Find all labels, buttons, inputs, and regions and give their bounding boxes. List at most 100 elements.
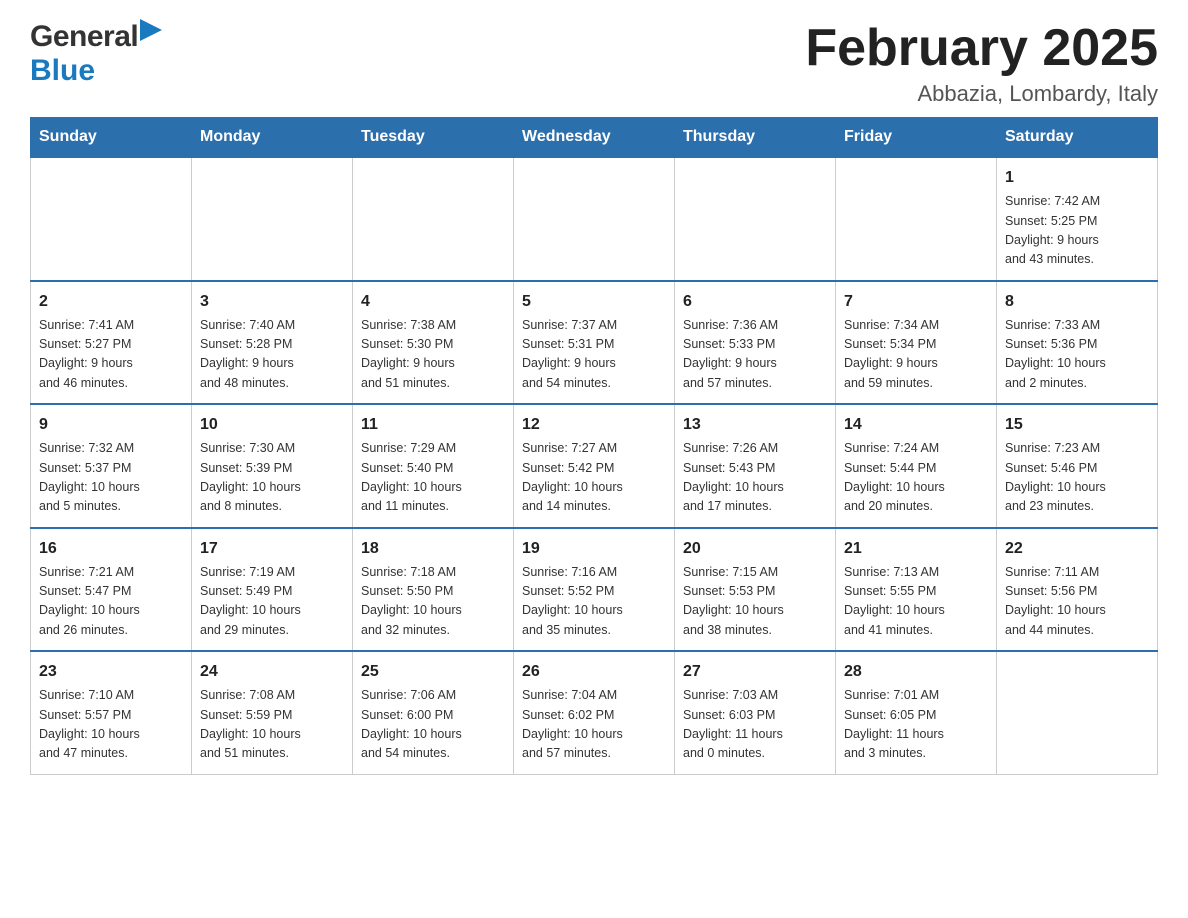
calendar-day-16: 16Sunrise: 7:21 AM Sunset: 5:47 PM Dayli… [31,528,192,652]
day-number: 6 [683,290,827,314]
calendar-day-10: 10Sunrise: 7:30 AM Sunset: 5:39 PM Dayli… [192,404,353,528]
day-number: 3 [200,290,344,314]
logo-general-text: General [30,20,138,54]
day-info: Sunrise: 7:11 AM Sunset: 5:56 PM Dayligh… [1005,563,1149,641]
calendar-day-1: 1Sunrise: 7:42 AM Sunset: 5:25 PM Daylig… [997,157,1158,281]
day-info: Sunrise: 7:23 AM Sunset: 5:46 PM Dayligh… [1005,439,1149,517]
calendar-day-empty [353,157,514,281]
calendar-day-17: 17Sunrise: 7:19 AM Sunset: 5:49 PM Dayli… [192,528,353,652]
title-block: February 2025 Abbazia, Lombardy, Italy [805,20,1158,107]
day-info: Sunrise: 7:08 AM Sunset: 5:59 PM Dayligh… [200,686,344,764]
weekday-header-sunday: Sunday [31,118,192,158]
day-number: 26 [522,660,666,684]
day-number: 25 [361,660,505,684]
calendar-week-row: 16Sunrise: 7:21 AM Sunset: 5:47 PM Dayli… [31,528,1158,652]
day-info: Sunrise: 7:42 AM Sunset: 5:25 PM Dayligh… [1005,192,1149,270]
month-title: February 2025 [805,20,1158,77]
calendar-day-22: 22Sunrise: 7:11 AM Sunset: 5:56 PM Dayli… [997,528,1158,652]
calendar-day-empty [997,651,1158,774]
weekday-header-monday: Monday [192,118,353,158]
day-number: 13 [683,413,827,437]
day-info: Sunrise: 7:34 AM Sunset: 5:34 PM Dayligh… [844,316,988,394]
calendar-day-2: 2Sunrise: 7:41 AM Sunset: 5:27 PM Daylig… [31,281,192,405]
weekday-header-tuesday: Tuesday [353,118,514,158]
day-info: Sunrise: 7:29 AM Sunset: 5:40 PM Dayligh… [361,439,505,517]
calendar-week-row: 23Sunrise: 7:10 AM Sunset: 5:57 PM Dayli… [31,651,1158,774]
day-info: Sunrise: 7:16 AM Sunset: 5:52 PM Dayligh… [522,563,666,641]
calendar-day-24: 24Sunrise: 7:08 AM Sunset: 5:59 PM Dayli… [192,651,353,774]
calendar-week-row: 2Sunrise: 7:41 AM Sunset: 5:27 PM Daylig… [31,281,1158,405]
day-number: 12 [522,413,666,437]
calendar-day-13: 13Sunrise: 7:26 AM Sunset: 5:43 PM Dayli… [675,404,836,528]
day-number: 20 [683,537,827,561]
calendar-day-12: 12Sunrise: 7:27 AM Sunset: 5:42 PM Dayli… [514,404,675,528]
location-title: Abbazia, Lombardy, Italy [805,81,1158,107]
day-number: 7 [844,290,988,314]
day-info: Sunrise: 7:30 AM Sunset: 5:39 PM Dayligh… [200,439,344,517]
day-number: 17 [200,537,344,561]
day-info: Sunrise: 7:27 AM Sunset: 5:42 PM Dayligh… [522,439,666,517]
day-number: 15 [1005,413,1149,437]
day-info: Sunrise: 7:24 AM Sunset: 5:44 PM Dayligh… [844,439,988,517]
weekday-header-saturday: Saturday [997,118,1158,158]
day-number: 27 [683,660,827,684]
logo-blue-text: Blue [30,54,95,87]
weekday-header-thursday: Thursday [675,118,836,158]
day-info: Sunrise: 7:01 AM Sunset: 6:05 PM Dayligh… [844,686,988,764]
weekday-header-wednesday: Wednesday [514,118,675,158]
calendar-table: SundayMondayTuesdayWednesdayThursdayFrid… [30,117,1158,775]
day-number: 8 [1005,290,1149,314]
day-number: 1 [1005,166,1149,190]
day-info: Sunrise: 7:37 AM Sunset: 5:31 PM Dayligh… [522,316,666,394]
page-header: General Blue February 2025 Abbazia, Lomb… [30,20,1158,107]
day-info: Sunrise: 7:26 AM Sunset: 5:43 PM Dayligh… [683,439,827,517]
day-number: 18 [361,537,505,561]
calendar-day-19: 19Sunrise: 7:16 AM Sunset: 5:52 PM Dayli… [514,528,675,652]
calendar-day-empty [836,157,997,281]
calendar-day-25: 25Sunrise: 7:06 AM Sunset: 6:00 PM Dayli… [353,651,514,774]
day-number: 5 [522,290,666,314]
logo-triangle-icon [140,19,162,41]
calendar-day-empty [31,157,192,281]
calendar-day-20: 20Sunrise: 7:15 AM Sunset: 5:53 PM Dayli… [675,528,836,652]
day-info: Sunrise: 7:19 AM Sunset: 5:49 PM Dayligh… [200,563,344,641]
calendar-day-5: 5Sunrise: 7:37 AM Sunset: 5:31 PM Daylig… [514,281,675,405]
day-number: 11 [361,413,505,437]
day-info: Sunrise: 7:10 AM Sunset: 5:57 PM Dayligh… [39,686,183,764]
calendar-day-empty [192,157,353,281]
day-info: Sunrise: 7:33 AM Sunset: 5:36 PM Dayligh… [1005,316,1149,394]
day-number: 23 [39,660,183,684]
calendar-day-6: 6Sunrise: 7:36 AM Sunset: 5:33 PM Daylig… [675,281,836,405]
calendar-day-21: 21Sunrise: 7:13 AM Sunset: 5:55 PM Dayli… [836,528,997,652]
day-number: 22 [1005,537,1149,561]
weekday-header-friday: Friday [836,118,997,158]
calendar-day-4: 4Sunrise: 7:38 AM Sunset: 5:30 PM Daylig… [353,281,514,405]
calendar-week-row: 9Sunrise: 7:32 AM Sunset: 5:37 PM Daylig… [31,404,1158,528]
calendar-day-empty [514,157,675,281]
calendar-day-18: 18Sunrise: 7:18 AM Sunset: 5:50 PM Dayli… [353,528,514,652]
logo: General Blue [30,20,162,88]
calendar-day-26: 26Sunrise: 7:04 AM Sunset: 6:02 PM Dayli… [514,651,675,774]
day-info: Sunrise: 7:38 AM Sunset: 5:30 PM Dayligh… [361,316,505,394]
calendar-day-3: 3Sunrise: 7:40 AM Sunset: 5:28 PM Daylig… [192,281,353,405]
day-number: 24 [200,660,344,684]
day-number: 16 [39,537,183,561]
calendar-week-row: 1Sunrise: 7:42 AM Sunset: 5:25 PM Daylig… [31,157,1158,281]
day-info: Sunrise: 7:40 AM Sunset: 5:28 PM Dayligh… [200,316,344,394]
day-info: Sunrise: 7:36 AM Sunset: 5:33 PM Dayligh… [683,316,827,394]
calendar-day-27: 27Sunrise: 7:03 AM Sunset: 6:03 PM Dayli… [675,651,836,774]
day-info: Sunrise: 7:15 AM Sunset: 5:53 PM Dayligh… [683,563,827,641]
day-info: Sunrise: 7:03 AM Sunset: 6:03 PM Dayligh… [683,686,827,764]
day-number: 19 [522,537,666,561]
day-number: 2 [39,290,183,314]
calendar-day-8: 8Sunrise: 7:33 AM Sunset: 5:36 PM Daylig… [997,281,1158,405]
weekday-header-row: SundayMondayTuesdayWednesdayThursdayFrid… [31,118,1158,158]
day-info: Sunrise: 7:04 AM Sunset: 6:02 PM Dayligh… [522,686,666,764]
day-number: 28 [844,660,988,684]
day-info: Sunrise: 7:06 AM Sunset: 6:00 PM Dayligh… [361,686,505,764]
calendar-day-23: 23Sunrise: 7:10 AM Sunset: 5:57 PM Dayli… [31,651,192,774]
day-number: 10 [200,413,344,437]
calendar-day-28: 28Sunrise: 7:01 AM Sunset: 6:05 PM Dayli… [836,651,997,774]
calendar-day-9: 9Sunrise: 7:32 AM Sunset: 5:37 PM Daylig… [31,404,192,528]
day-info: Sunrise: 7:18 AM Sunset: 5:50 PM Dayligh… [361,563,505,641]
